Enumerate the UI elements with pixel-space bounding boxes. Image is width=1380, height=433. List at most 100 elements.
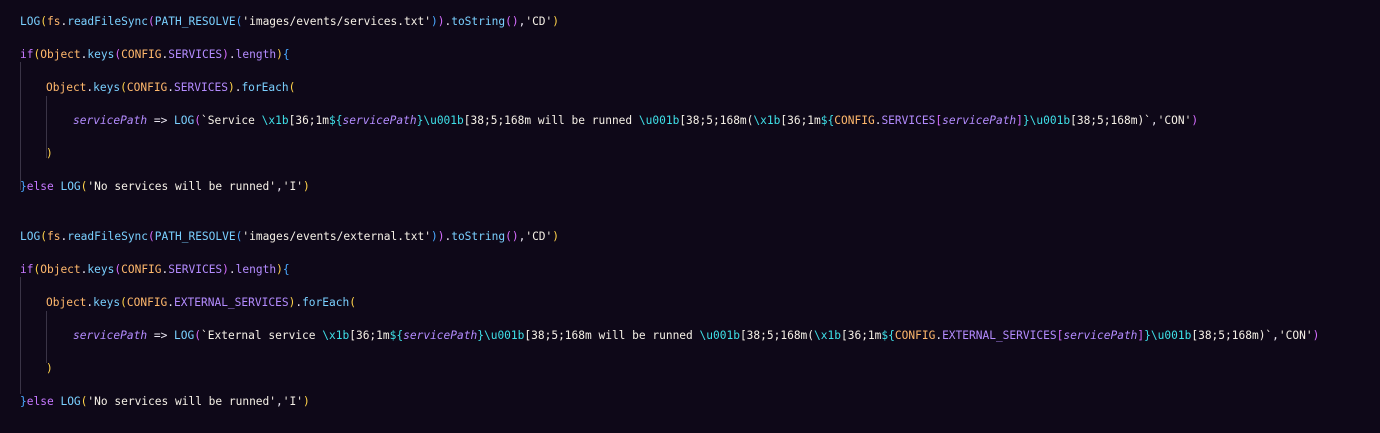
code-token: EXTERNAL_SERVICES: [174, 296, 289, 309]
code-token: =>: [147, 329, 175, 342]
code-token: (: [120, 81, 127, 94]
code-token: readFileSync: [67, 230, 149, 243]
code-token: ${: [329, 114, 343, 127]
code-token: [38;5;168m(: [739, 329, 815, 342]
code-token: LOG: [174, 114, 195, 127]
code-token: }: [477, 329, 484, 342]
code-token: LOG: [60, 180, 81, 193]
code-token: Object: [46, 81, 87, 94]
code-token: ,: [276, 395, 283, 408]
code-token: LOG: [20, 230, 41, 243]
code-token: forEach: [241, 81, 289, 94]
code-line[interactable]: Object.keys(CONFIG.EXTERNAL_SERVICES).fo…: [46, 295, 356, 311]
code-token: \u001b: [638, 114, 680, 127]
code-token: ): [276, 48, 283, 61]
code-token: `Service: [201, 114, 262, 127]
code-token: keys: [93, 296, 121, 309]
code-token: 'CON': [1278, 329, 1313, 342]
code-token: keys: [93, 81, 121, 94]
code-token: CONFIG: [126, 296, 168, 309]
code-token: (): [505, 15, 519, 28]
code-token: 'CD': [525, 230, 553, 243]
code-token: length: [235, 48, 277, 61]
code-line[interactable]: if(Object.keys(CONFIG.SERVICES).length){: [20, 47, 290, 63]
code-token: {: [282, 48, 290, 61]
code-line[interactable]: }else LOG('No services will be runned','…: [20, 179, 310, 195]
code-token: servicePath: [403, 329, 478, 342]
code-token: \x1b: [753, 114, 781, 127]
code-token: [36;1m: [288, 114, 330, 127]
code-line[interactable]: if(Object.keys(CONFIG.SERVICES).length){: [20, 262, 290, 278]
code-token: LOG: [20, 15, 41, 28]
code-token: Object: [40, 263, 81, 276]
code-token: EXTERNAL_SERVICES: [942, 329, 1057, 342]
code-line[interactable]: Object.keys(CONFIG.SERVICES).forEach(: [46, 80, 295, 96]
code-token: [38;5;168m will be runned: [463, 114, 639, 127]
code-token: forEach: [302, 296, 350, 309]
code-token: ): [222, 48, 229, 61]
indent-guide: [20, 277, 21, 394]
code-token: servicePath: [1063, 329, 1138, 342]
code-token: ): [430, 15, 438, 28]
code-token: SERVICES: [168, 48, 223, 61]
code-line[interactable]: }else LOG('No services will be runned','…: [20, 394, 310, 410]
code-token: CONFIG: [121, 48, 162, 61]
indent-guide: [46, 311, 47, 363]
code-token: servicePath: [73, 114, 148, 127]
code-token: length: [235, 263, 277, 276]
code-token: ${: [820, 114, 835, 127]
code-token: \u001b: [423, 114, 464, 127]
code-token: \u001b: [483, 329, 525, 342]
code-token: [38;5;168m)`: [1191, 329, 1273, 342]
code-token: fs: [46, 230, 61, 243]
code-token: }: [20, 395, 27, 408]
code-token: [36;1m: [349, 329, 390, 342]
code-line[interactable]: servicePath => LOG(`External service \x1…: [73, 328, 1319, 344]
code-token: fs: [46, 15, 61, 28]
code-token: \u001b: [1150, 329, 1192, 342]
code-line[interactable]: LOG(fs.readFileSync(PATH_RESOLVE('images…: [20, 14, 559, 30]
code-token: ): [46, 362, 53, 375]
code-token: ): [302, 395, 310, 408]
code-token: toString: [451, 230, 506, 243]
code-token: ]: [1016, 114, 1023, 127]
code-token: ): [227, 81, 235, 94]
code-token: CONFIG: [121, 263, 162, 276]
code-token: SERVICES: [174, 81, 228, 94]
code-token: SERVICES: [168, 263, 223, 276]
code-token: \x1b: [261, 114, 289, 127]
code-token: ): [46, 147, 53, 160]
code-token: 'No services will be runned': [87, 180, 277, 193]
code-token: LOG: [174, 329, 195, 342]
code-token: {: [282, 263, 290, 276]
code-token: keys: [87, 263, 115, 276]
code-line[interactable]: LOG(fs.readFileSync(PATH_RESOLVE('images…: [20, 229, 559, 245]
code-token: [38;5;168m(: [679, 114, 754, 127]
code-token: (: [148, 15, 155, 28]
code-token: servicePath: [342, 114, 417, 127]
code-line[interactable]: servicePath => LOG(`Service \x1b[36;1m${…: [73, 113, 1198, 129]
code-token: (): [505, 230, 519, 243]
code-token: ): [302, 180, 310, 193]
code-token: .: [228, 263, 236, 276]
code-token: 'No services will be runned': [87, 395, 277, 408]
code-line[interactable]: ): [46, 146, 53, 162]
code-token: else: [26, 180, 54, 193]
code-line[interactable]: ): [46, 361, 53, 377]
code-token: ,: [1150, 114, 1158, 127]
code-token: ${: [389, 329, 404, 342]
code-token: `External service: [201, 329, 323, 342]
code-token: Object: [46, 296, 87, 309]
code-token: toString: [451, 15, 506, 28]
code-token: }: [1144, 329, 1151, 342]
code-token: 'I': [282, 395, 303, 408]
code-token: (: [194, 114, 202, 127]
code-token: ): [552, 15, 560, 28]
code-token: [36;1m: [780, 114, 821, 127]
code-token: (: [349, 296, 356, 309]
code-token: if: [20, 48, 34, 61]
code-token: (: [40, 230, 47, 243]
code-token: ): [222, 263, 229, 276]
code-token: \u001b: [1029, 114, 1071, 127]
code-editor[interactable]: LOG(fs.readFileSync(PATH_RESOLVE('images…: [0, 0, 1380, 433]
